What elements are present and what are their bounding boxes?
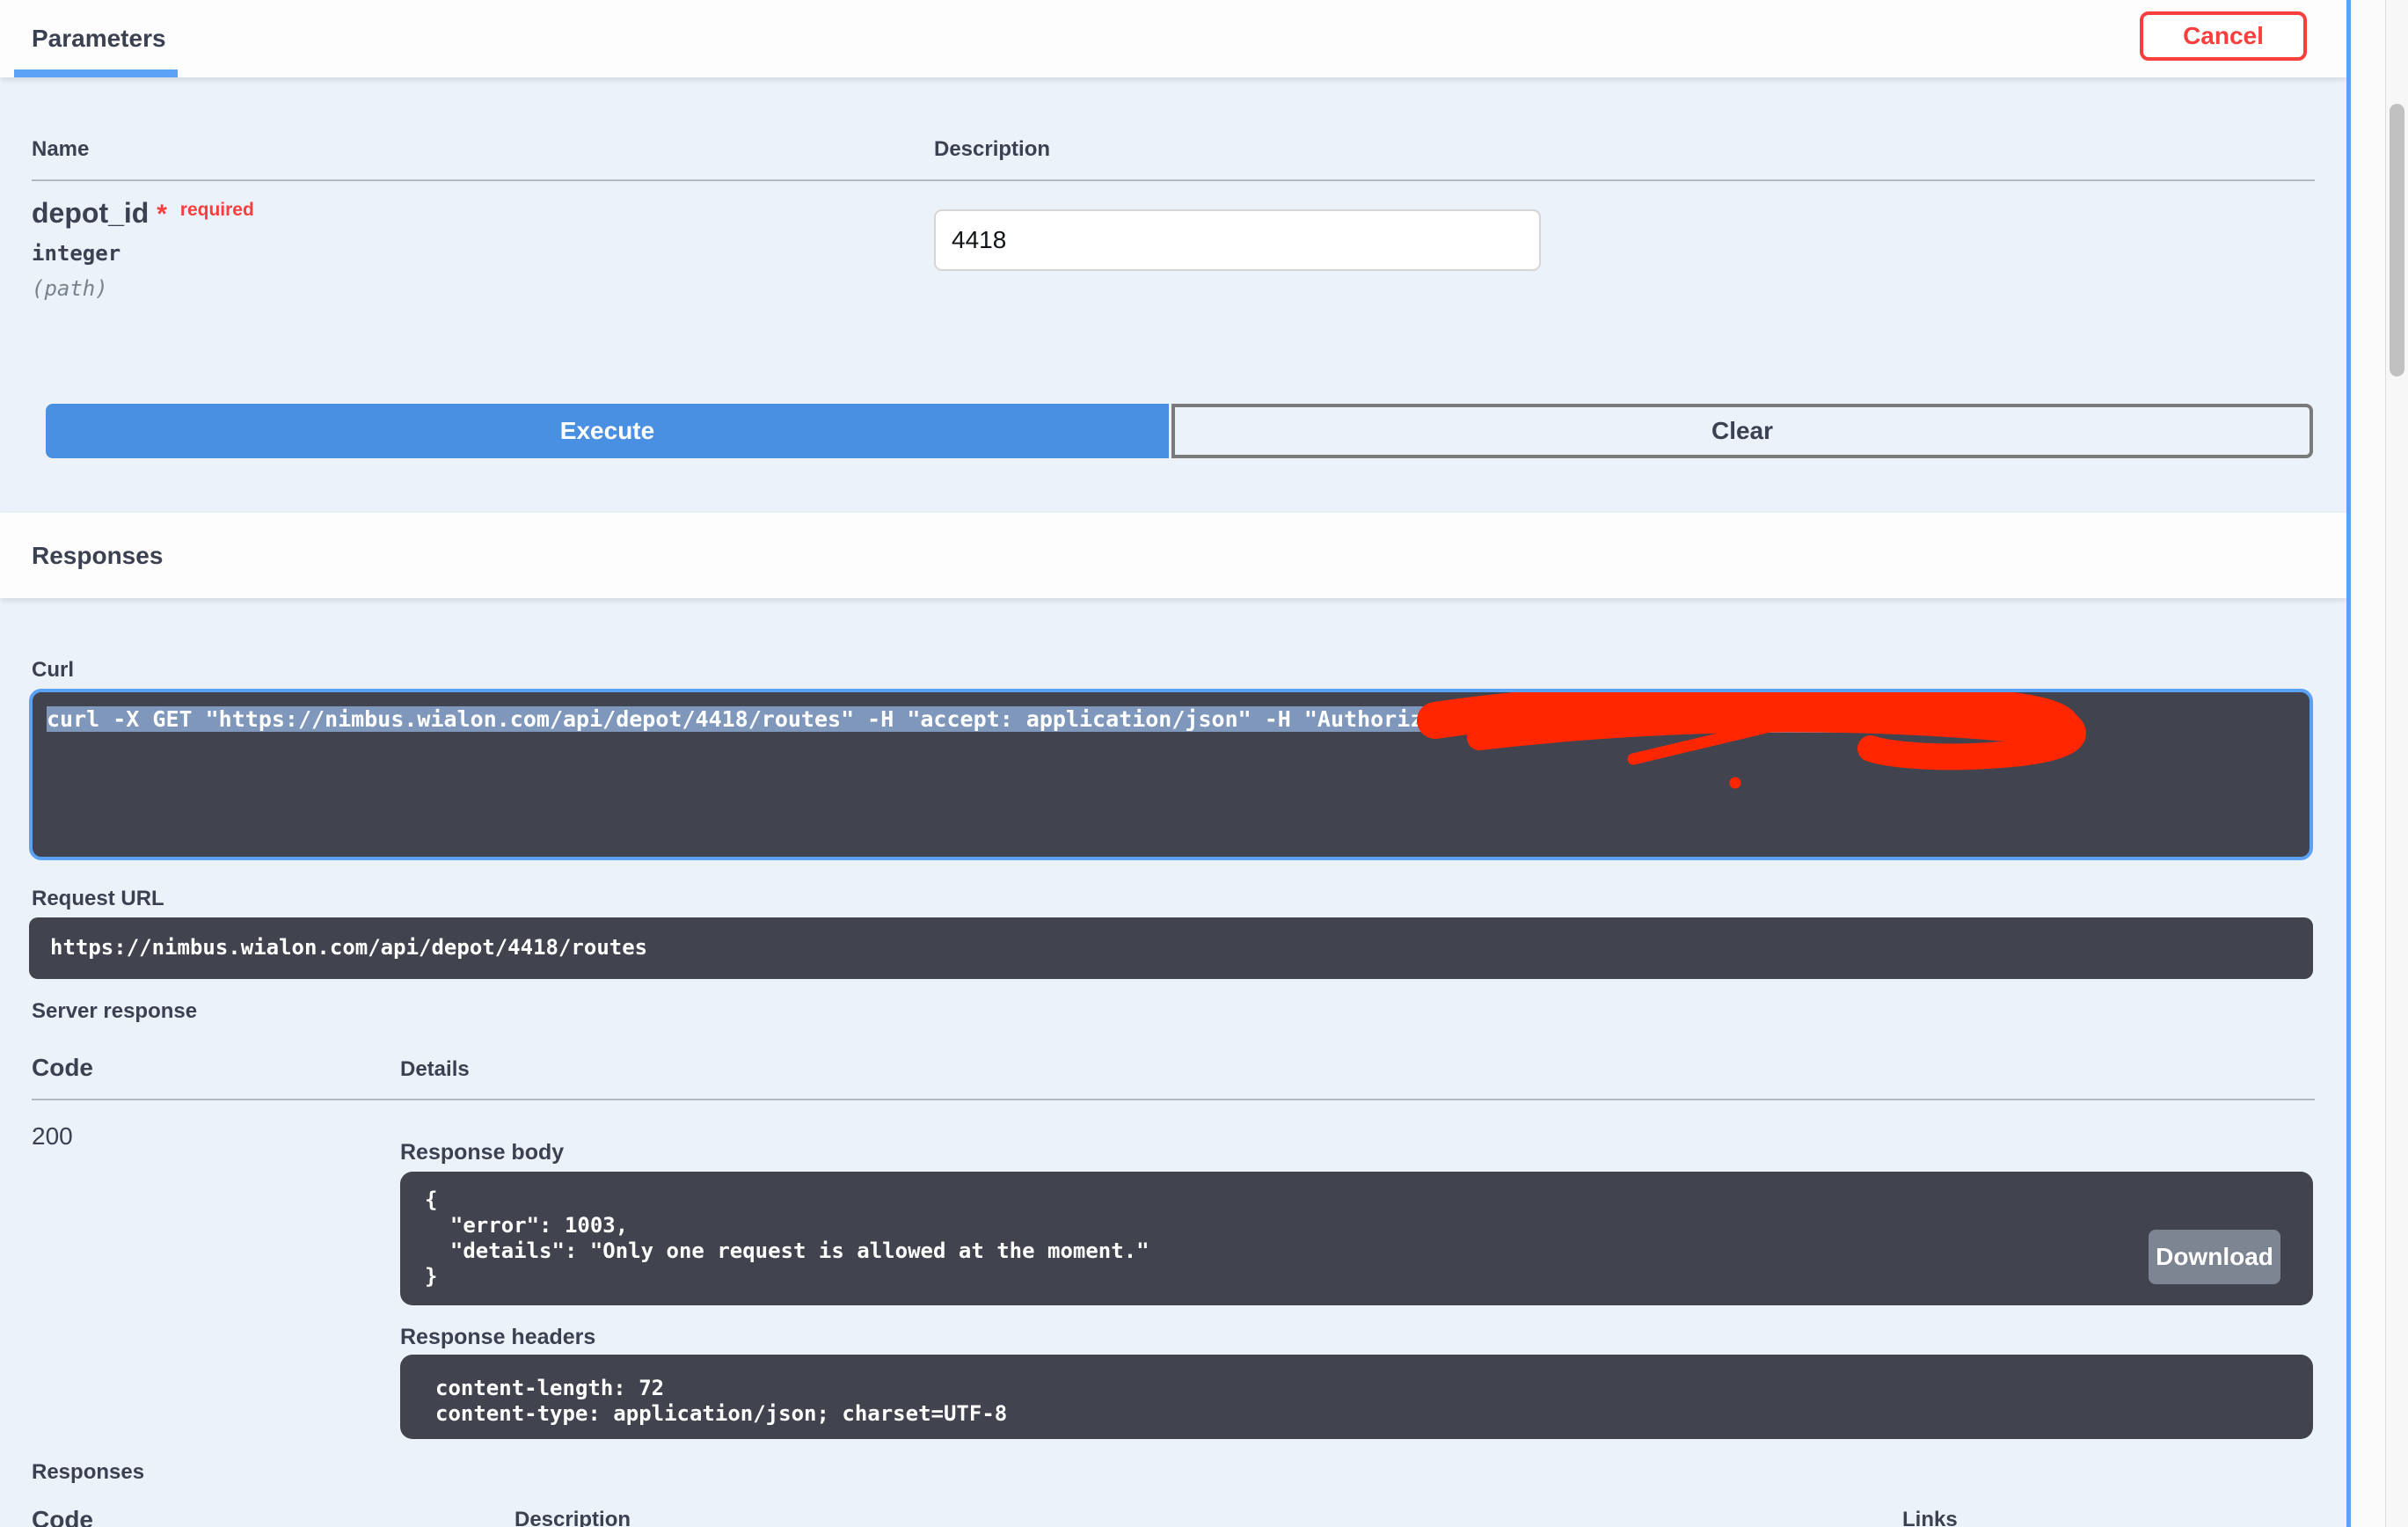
server-response-label: Server response [32,999,197,1024]
response-body-block: { "error": 1003, "details": "Only one re… [400,1172,2313,1305]
parameter-location: (path) [32,276,108,301]
table-divider [32,1099,2315,1100]
tab-parameters[interactable]: Parameters [32,25,166,53]
tab-header: Parameters Cancel [0,0,2346,77]
responses-title: Responses [32,542,163,570]
required-star: * [157,200,167,229]
responses-section-header: Responses [0,513,2346,598]
parameter-type: integer [32,241,120,266]
documented-description-header: Description [514,1508,631,1527]
documented-links-header: Links [1902,1508,1958,1527]
status-code: 200 [32,1122,73,1151]
code-column-header: Code [32,1054,93,1082]
curl-command[interactable]: curl -X GET "https://nimbus.wialon.com/a… [29,689,2313,860]
scrollbar-track[interactable] [2385,0,2408,1527]
operation-block: Parameters Cancel Name Description depot… [0,0,2351,1527]
description-column-header: Description [934,137,1050,162]
active-tab-underline [14,69,178,77]
response-body-label: Response body [400,1140,564,1165]
name-column-header: Name [32,137,89,162]
table-divider [32,179,2315,181]
red-dot-icon [1730,778,1741,789]
download-button[interactable]: Download [2149,1230,2280,1284]
clear-button[interactable]: Clear [1171,404,2313,458]
redacted-token [1582,706,2048,733]
request-url-label: Request URL [32,887,164,911]
response-headers-block: content-length: 72 content-type: applica… [400,1355,2313,1439]
curl-command-text: curl -X GET "https://nimbus.wialon.com/a… [47,706,1582,732]
curl-label: Curl [32,658,74,683]
documented-code-header: Code [32,1506,93,1527]
required-label: required [180,200,254,220]
parameter-name: depot_id * required [32,197,254,230]
request-url-block: https://nimbus.wialon.com/api/depot/4418… [29,917,2313,979]
cancel-button[interactable]: Cancel [2140,11,2307,61]
response-headers-label: Response headers [400,1325,595,1350]
scrollbar-thumb[interactable] [2390,104,2404,376]
documented-responses-label: Responses [32,1460,144,1485]
response-body-json: { "error": 1003, "details": "Only one re… [400,1172,2313,1290]
parameter-name-text: depot_id [32,197,149,229]
details-column-header: Details [400,1057,470,1082]
depot-id-input[interactable] [934,209,1541,271]
response-headers-text: content-length: 72 content-type: applica… [400,1355,2313,1427]
request-url-value: https://nimbus.wialon.com/api/depot/4418… [29,917,2313,960]
execute-button[interactable]: Execute [46,404,1169,458]
